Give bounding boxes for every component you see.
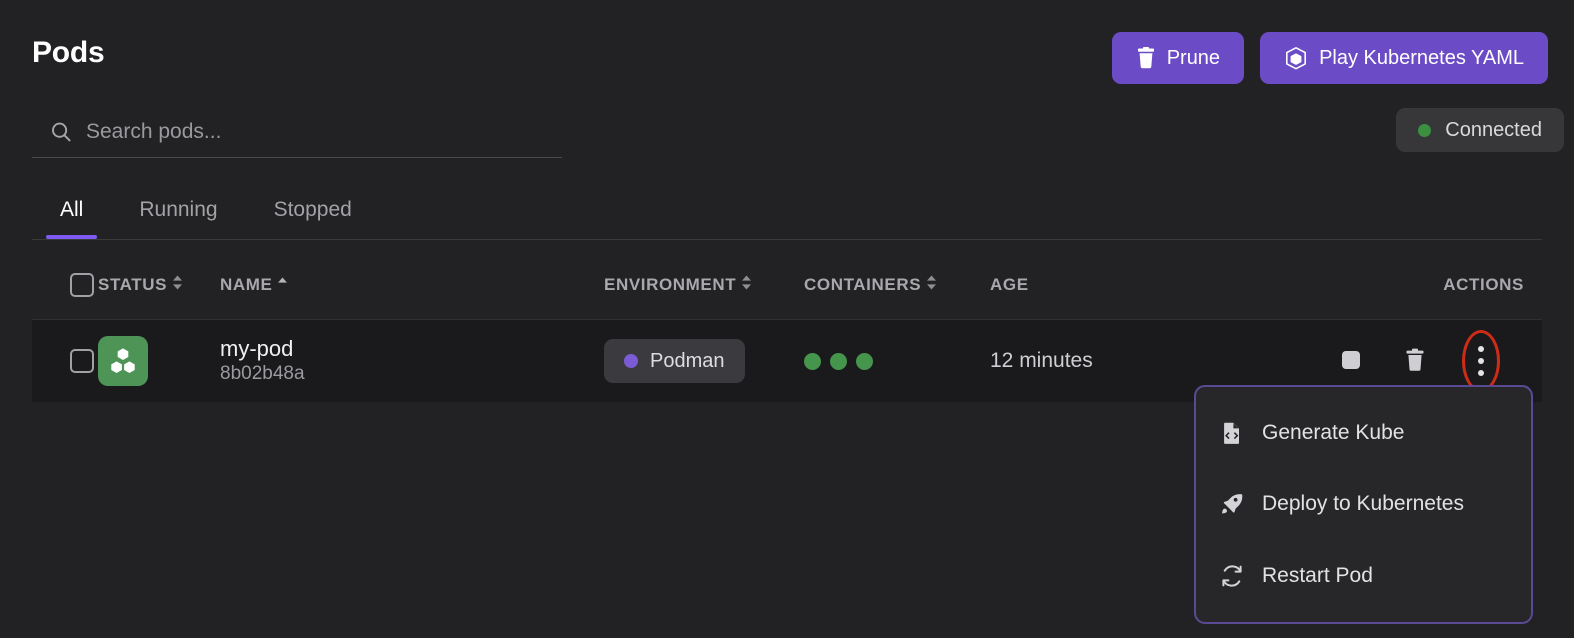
rocket-icon [1220,492,1244,516]
delete-button[interactable] [1400,344,1430,378]
stop-icon [1341,350,1361,373]
search-bar[interactable] [32,106,562,158]
trash-icon [1136,47,1156,69]
select-all-checkbox[interactable] [70,273,94,297]
pods-filter-tabs: All Running Stopped [32,182,1542,240]
column-header-actions: ACTIONS [1310,275,1542,295]
column-header-environment-label: ENVIRONMENT [604,275,736,295]
kebab-icon [1478,346,1484,376]
pods-table: STATUS NAME ENVIRONMENT [32,250,1542,402]
pod-age: 12 minutes [990,349,1093,372]
column-header-actions-label: ACTIONS [1443,275,1524,295]
sort-updown-icon [171,274,184,296]
column-header-age-label: AGE [990,275,1029,295]
menu-item-generate-kube-label: Generate Kube [1262,421,1404,445]
tab-all[interactable]: All [32,182,111,238]
stop-button[interactable] [1336,344,1366,378]
row-age-cell: 12 minutes [990,349,1310,373]
connection-status-label: Connected [1445,119,1542,142]
cube-icon [1284,46,1308,71]
menu-item-restart-pod[interactable]: Restart Pod [1196,546,1531,606]
menu-item-generate-kube[interactable]: Generate Kube [1196,403,1531,463]
prune-button[interactable]: Prune [1112,32,1244,84]
search-icon [50,121,72,143]
menu-item-deploy-to-kubernetes[interactable]: Deploy to Kubernetes [1196,474,1531,534]
pod-cubes-icon [98,336,148,386]
container-dot [804,353,821,370]
row-select-cell [32,349,98,373]
play-kubernetes-yaml-label: Play Kubernetes YAML [1319,47,1524,70]
row-action-buttons [1336,335,1524,387]
row-select-checkbox[interactable] [70,349,94,373]
row-containers-cell [804,353,990,370]
column-header-status-label: STATUS [98,275,167,295]
environment-badge: Podman [604,339,745,383]
tab-stopped[interactable]: Stopped [246,182,380,238]
select-all-cell [32,273,98,297]
trash-icon [1404,348,1426,375]
tab-all-label: All [60,198,83,222]
row-name-cell[interactable]: my-pod 8b02b48a [220,335,604,387]
file-code-icon [1220,421,1244,445]
sort-asc-icon [276,274,289,296]
container-dot [856,353,873,370]
row-status-cell [98,336,220,386]
column-header-name[interactable]: NAME [220,274,604,296]
search-input[interactable] [86,112,562,152]
connection-status-badge: Connected [1396,108,1564,152]
refresh-icon [1220,564,1244,588]
menu-item-restart-pod-label: Restart Pod [1262,564,1373,588]
connection-status-dot [1418,124,1431,137]
environment-dot [624,354,638,368]
tab-running[interactable]: Running [111,182,245,238]
table-header-row: STATUS NAME ENVIRONMENT [32,250,1542,320]
play-kubernetes-yaml-button[interactable]: Play Kubernetes YAML [1260,32,1548,84]
sort-updown-icon [925,274,938,296]
menu-item-deploy-to-kubernetes-label: Deploy to Kubernetes [1262,492,1464,516]
column-header-status[interactable]: STATUS [98,274,220,296]
more-actions-wrapper [1464,335,1498,387]
prune-button-label: Prune [1167,47,1220,70]
column-header-name-label: NAME [220,275,272,295]
tab-running-label: Running [139,198,217,222]
pod-name: my-pod [220,335,604,363]
column-header-containers[interactable]: CONTAINERS [804,274,990,296]
column-header-containers-label: CONTAINERS [804,275,921,295]
page-header: Pods Prune [0,0,1574,96]
pod-id: 8b02b48a [220,362,604,387]
row-actions-cell [1310,335,1542,387]
container-dot [830,353,847,370]
row-environment-cell: Podman [604,339,804,383]
more-actions-button[interactable] [1466,344,1496,378]
page-title: Pods [32,36,105,70]
container-status-dots [804,353,990,370]
tab-stopped-label: Stopped [274,198,352,222]
header-actions: Prune Play Kubernetes YAML [1112,32,1548,84]
sort-updown-icon [740,274,753,296]
column-header-environment[interactable]: ENVIRONMENT [604,274,804,296]
pod-actions-dropdown: Generate Kube Deploy to Kubernetes R [1194,385,1533,624]
environment-label: Podman [650,350,725,373]
column-header-age: AGE [990,275,1310,295]
pods-page: Pods Prune [0,0,1574,638]
